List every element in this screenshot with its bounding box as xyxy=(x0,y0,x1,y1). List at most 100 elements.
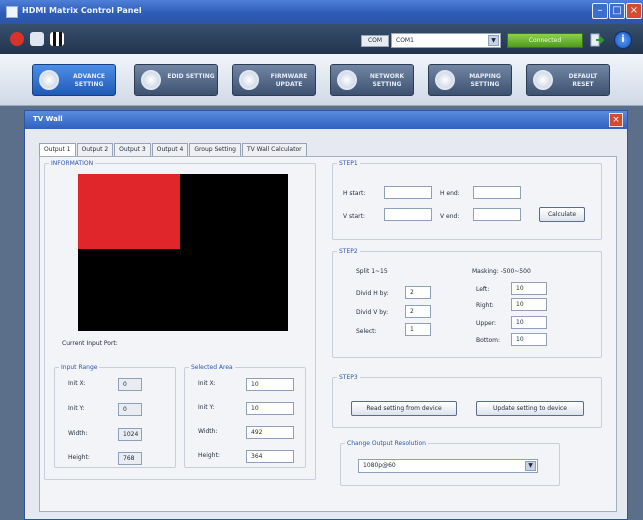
reset-icon xyxy=(533,70,553,90)
tab-group-setting[interactable]: Group Setting xyxy=(189,143,241,156)
v-end-field[interactable] xyxy=(473,208,521,221)
tab-tv-wall-calculator[interactable]: TV Wall Calculator xyxy=(241,143,307,156)
tab-output-4[interactable]: Output 4 xyxy=(151,143,189,156)
nav-label: DEFAULT RESET xyxy=(568,73,598,88)
output-resolution-select[interactable]: 1080p@60 ▼ xyxy=(358,459,538,473)
app-titlebar: HDMI Matrix Control Panel – □ × xyxy=(0,0,643,24)
network-setting-button[interactable]: NETWORK SETTING xyxy=(330,64,414,96)
upper-label: Upper: xyxy=(476,320,497,327)
minimize-button[interactable]: – xyxy=(592,3,608,19)
current-input-port-label: Current Input Port: xyxy=(62,340,118,347)
init-x-label: Init X: xyxy=(68,380,86,387)
divid-h-label: Divid H by: xyxy=(356,290,389,297)
output-preview xyxy=(78,174,288,331)
input-init-y-field: 0 xyxy=(118,403,142,416)
select-field[interactable]: 1 xyxy=(405,323,431,336)
close-button[interactable]: × xyxy=(626,3,642,19)
app-icon xyxy=(6,6,18,18)
init-y-label: Init Y: xyxy=(198,404,215,411)
mapping-icon xyxy=(435,70,455,90)
selected-height-field[interactable]: 364 xyxy=(246,450,294,463)
read-setting-button[interactable]: Read setting from device xyxy=(351,401,457,416)
selected-area-legend: Selected Area xyxy=(191,364,233,371)
v-start-label: V start: xyxy=(343,213,366,220)
output-resolution-value: 1080p@60 xyxy=(363,462,396,469)
maximize-button[interactable]: □ xyxy=(609,3,625,19)
height-label: Height: xyxy=(198,452,220,459)
chevron-down-icon[interactable]: ▼ xyxy=(488,35,499,46)
tab-output-2[interactable]: Output 2 xyxy=(76,143,114,156)
bottom-label: Bottom: xyxy=(476,337,501,344)
chevron-down-icon[interactable]: ▼ xyxy=(525,461,536,471)
selected-init-y-field[interactable]: 10 xyxy=(246,402,294,415)
nav-label: ADVANCE SETTING xyxy=(72,73,106,88)
split-label: Split 1~15 xyxy=(356,268,388,275)
left-label: Left: xyxy=(476,286,490,293)
divid-v-label: Divid V by: xyxy=(356,309,389,316)
divid-v-field[interactable]: 2 xyxy=(405,305,431,318)
app-title: HDMI Matrix Control Panel xyxy=(22,6,142,15)
firmware-update-button[interactable]: FIRMWARE UPDATE xyxy=(232,64,316,96)
default-reset-button[interactable]: DEFAULT RESET xyxy=(526,64,610,96)
connect-button[interactable]: Connected xyxy=(507,33,583,48)
h-start-field[interactable] xyxy=(384,186,432,199)
pattern-icon[interactable] xyxy=(50,32,64,46)
v-end-label: V end: xyxy=(440,213,460,220)
tab-output-1[interactable]: Output 1 xyxy=(39,143,76,157)
step3-legend: STEP3 xyxy=(339,374,358,381)
nav-label: EDID SETTING xyxy=(167,73,215,80)
h-end-label: H end: xyxy=(440,190,460,197)
info-icon[interactable]: i xyxy=(614,31,632,49)
h-start-label: H start: xyxy=(343,190,366,197)
tab-output-3[interactable]: Output 3 xyxy=(114,143,151,156)
com-port-value: COM1 xyxy=(396,37,414,44)
divid-h-field[interactable]: 2 xyxy=(405,286,431,299)
dialog-title: TV Wall xyxy=(33,115,63,123)
nav-label: FIRMWARE UPDATE xyxy=(270,73,308,88)
selected-width-field[interactable]: 492 xyxy=(246,426,294,439)
nav-bar: ADVANCE SETTING EDID SETTING FIRMWARE UP… xyxy=(0,54,643,106)
mask-left-field[interactable]: 10 xyxy=(511,282,547,295)
selected-init-x-field[interactable]: 10 xyxy=(246,378,294,391)
right-label: Right: xyxy=(476,302,494,309)
advance-setting-button[interactable]: ADVANCE SETTING xyxy=(32,64,116,96)
height-label: Height: xyxy=(68,454,90,461)
step2-legend: STEP2 xyxy=(339,248,358,255)
app-toolbar: COM COM1 ▼ Connected i xyxy=(0,24,643,54)
mask-upper-field[interactable]: 10 xyxy=(511,316,547,329)
mask-right-field[interactable]: 10 xyxy=(511,298,547,311)
information-legend: INFORMATION xyxy=(51,160,94,167)
input-init-x-field: 0 xyxy=(118,378,142,391)
input-range-legend: Input Range xyxy=(61,364,98,371)
step2-group: STEP2 xyxy=(332,248,602,358)
width-label: Width: xyxy=(198,428,218,435)
monitor-icon[interactable] xyxy=(30,32,44,46)
input-height-field: 768 xyxy=(118,452,142,465)
output-resolution-legend: Change Output Resolution xyxy=(347,440,426,447)
exit-icon[interactable] xyxy=(590,33,604,47)
masking-label: Masking: -500~500 xyxy=(472,268,531,275)
com-port-select[interactable]: COM1 ▼ xyxy=(391,33,501,48)
h-end-field[interactable] xyxy=(473,186,521,199)
nav-label: NETWORK SETTING xyxy=(369,73,405,88)
select-label: Select: xyxy=(356,328,377,335)
step1-group: STEP1 xyxy=(332,160,602,240)
calculate-button[interactable]: Calculate xyxy=(539,207,585,222)
mapping-setting-button[interactable]: MAPPING SETTING xyxy=(428,64,512,96)
power-icon[interactable] xyxy=(10,32,24,46)
width-label: Width: xyxy=(68,430,88,437)
update-setting-button[interactable]: Update setting to device xyxy=(476,401,584,416)
gear-icon xyxy=(39,70,59,90)
tab-strip: Output 1 Output 2 Output 3 Output 4 Grou… xyxy=(39,143,308,157)
upload-icon xyxy=(239,70,259,90)
edid-setting-button[interactable]: EDID SETTING xyxy=(134,64,218,96)
edid-icon xyxy=(141,70,161,90)
mask-bottom-field[interactable]: 10 xyxy=(511,333,547,346)
nav-label: MAPPING SETTING xyxy=(469,73,501,88)
com-label: COM xyxy=(361,35,389,47)
selected-area-preview xyxy=(78,174,180,249)
step1-legend: STEP1 xyxy=(339,160,358,167)
v-start-field[interactable] xyxy=(384,208,432,221)
dialog-titlebar: TV Wall × xyxy=(25,111,627,129)
dialog-close-button[interactable]: × xyxy=(609,113,623,127)
